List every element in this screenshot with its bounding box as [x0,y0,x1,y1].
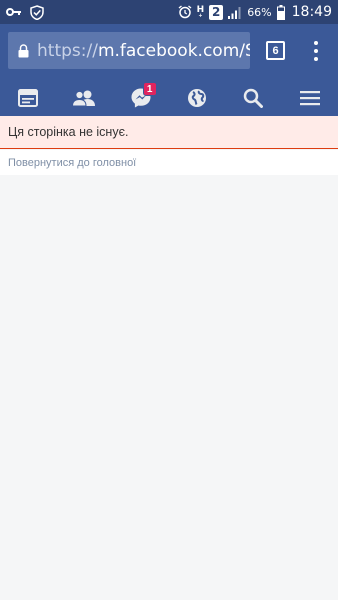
newsfeed-icon [18,88,39,107]
signal-icon [228,6,242,19]
error-banner: Ця сторінка не існує. [0,116,338,149]
network-type-indicator: H + [196,4,205,19]
status-bar: H + 2 66% 18:49 [0,0,338,24]
sim-indicator: 2 [209,4,224,20]
url-text: https://m.facebook.com/St [37,41,250,61]
globe-icon [187,88,207,108]
browser-menu-button[interactable] [308,39,324,63]
lock-icon [18,43,29,58]
error-message: Ця сторінка не існує. [8,125,129,139]
key-icon [6,7,22,17]
facebook-nav-bar: 1 [0,79,338,116]
url-scheme: https:// [37,40,98,61]
back-home-row: Повернутися до головної [0,150,338,175]
menu-icon [299,90,320,106]
back-home-link[interactable]: Повернутися до головної [8,157,136,169]
page-content-area [0,175,338,600]
battery-percent: 66% [247,5,272,19]
nav-newsfeed[interactable] [0,79,56,116]
shield-check-icon [30,4,44,20]
alarm-icon [178,5,192,19]
nav-friend-requests[interactable] [56,79,112,116]
tab-switcher-button[interactable]: 6 [266,41,285,60]
menu-dot [314,57,318,61]
browser-toolbar: https://m.facebook.com/St 6 [0,24,338,79]
url-field[interactable]: https://m.facebook.com/St [8,32,250,69]
url-host: m.facebook.com/St [97,40,250,61]
nav-notifications[interactable] [169,79,225,116]
friends-icon [72,90,96,106]
menu-dot [314,49,318,53]
messages-badge: 1 [142,82,157,96]
nav-search[interactable] [225,79,281,116]
battery-icon [276,4,285,20]
clock: 18:49 [291,4,332,20]
nav-menu[interactable] [282,79,338,116]
search-icon [243,88,264,108]
nav-messages[interactable]: 1 [113,79,169,116]
menu-dot [314,41,318,45]
